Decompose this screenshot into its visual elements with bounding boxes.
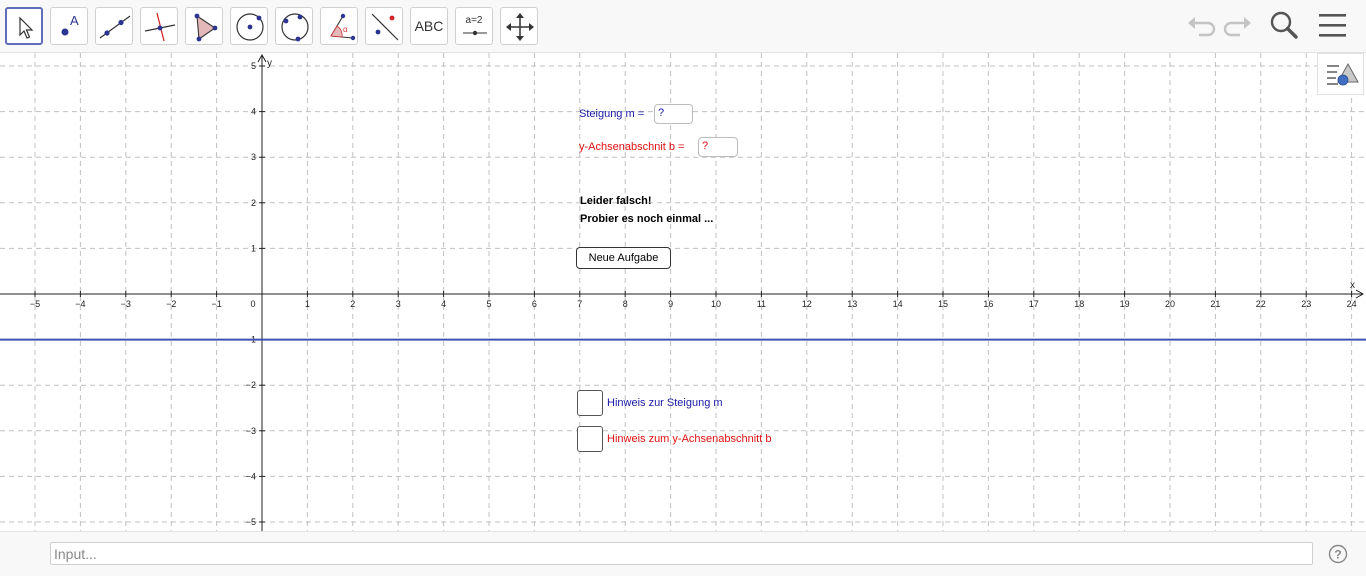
x-tick-label: 8 [623,299,628,309]
style-bar-icon [1327,62,1359,86]
hint-intercept-label: Hinweis zum y-Achsenabschnitt b [607,433,772,445]
y-tick-label: −3 [246,426,256,436]
undo-icon [1188,17,1216,37]
menu-icon [1319,14,1346,37]
reflect-tool-button[interactable] [365,7,403,45]
slider-icon: a=2 [465,15,483,26]
help-icon[interactable]: ? [1328,544,1348,564]
move-cursor-icon [19,16,34,39]
angle-icon: α [330,13,356,41]
y-tick-label: −5 [246,517,256,527]
polygon-icon [194,13,218,42]
slope-input[interactable]: ? [654,104,693,124]
feedback-line-1: Leider falsch! [580,195,652,207]
circle-three-points-icon [281,13,309,42]
polygon-tool-button[interactable] [185,7,223,45]
new-task-button[interactable]: Neue Aufgabe [576,247,671,269]
y-tick-label: 4 [251,107,256,117]
x-tick-label: −3 [121,299,131,309]
circle-center-icon [236,13,264,41]
redo-icon [1223,17,1251,37]
x-tick-label: 10 [711,299,721,309]
intercept-label: y-Achsenabschnit b = [579,141,685,153]
slope-value: ? [658,107,665,119]
x-tick-label: 6 [532,299,537,309]
toolbar: A α ABC a=2 [0,0,1366,53]
slope-label: Steigung m = [579,108,645,120]
x-tick-label: 19 [1120,299,1130,309]
perpendicular-line-icon [144,12,176,42]
x-tick-label: −2 [166,299,176,309]
point-tool-button[interactable]: A [50,7,88,45]
line-tool-button[interactable] [95,7,133,45]
x-tick-label: −5 [30,299,40,309]
svg-text:?: ? [1334,548,1341,562]
intercept-input[interactable]: ? [698,137,738,157]
graphics-view[interactable]: −5 −4 −3 −2 −1 0 1 2 3 4 5 6 7 8 9 10 11 12 13 14 15 16 17 18 19… [0,53,1366,531]
y-tick-label: 1 [251,243,256,253]
redo-button[interactable] [1221,10,1255,42]
menu-button[interactable] [1316,10,1350,42]
y-tick-label: −4 [246,471,256,481]
x-tick-label: 20 [1165,299,1175,309]
algebra-input[interactable] [50,542,1313,565]
y-tick-label: 5 [251,61,256,71]
svg-text:A: A [70,13,79,28]
x-tick-label: 23 [1301,299,1311,309]
feedback-line-2: Probier es noch einmal ... [580,213,714,225]
style-bar-toggle[interactable] [1317,53,1364,95]
coordinate-plot[interactable]: −5 −4 −3 −2 −1 0 1 2 3 4 5 6 7 8 9 10 11 12 13 14 15 16 17 18 19… [0,53,1366,531]
input-bar: ? [0,531,1366,576]
x-tick-label: 5 [486,299,491,309]
svg-text:α: α [343,25,348,34]
search-icon [1270,11,1298,39]
x-tick-label: 13 [847,299,857,309]
circle-three-points-tool-button[interactable] [275,7,313,45]
point-icon: A [61,13,79,36]
x-tick-label: 15 [938,299,948,309]
x-tick-label: 7 [577,299,582,309]
y-tick-label: 3 [251,152,256,162]
x-tick-label: 11 [757,299,766,309]
x-tick-label: 24 [1347,299,1357,309]
reflect-icon [371,13,399,41]
x-tick-label: 21 [1210,299,1220,309]
x-tick-label: 14 [893,299,903,309]
x-tick-label: 2 [350,299,355,309]
x-tick-label: 9 [668,299,673,309]
x-tick-label: 1 [305,299,310,309]
search-button[interactable] [1268,10,1302,42]
x-tick-label: 12 [802,299,812,309]
x-tick-label: −1 [211,299,221,309]
text-icon: ABC [414,18,444,34]
move-tool-button[interactable] [5,7,43,45]
x-tick-label: −4 [75,299,85,309]
text-tool-button[interactable]: ABC [410,7,448,45]
circle-tool-button[interactable] [230,7,268,45]
x-axis-label: x [1350,280,1355,291]
move-graphics-view-icon [506,13,534,41]
move-graphics-view-tool-button[interactable] [500,7,538,45]
intercept-value: ? [702,140,709,152]
line-icon [99,15,131,39]
x-tick-label: 0 [250,299,255,309]
x-tick-label: 16 [983,299,993,309]
y-tick-label: −2 [246,380,256,390]
x-tick-label: 3 [396,299,401,309]
perpendicular-line-tool-button[interactable] [140,7,178,45]
x-tick-label: 22 [1256,299,1266,309]
slider-tool-button[interactable]: a=2 [455,7,493,45]
hint-slope-label: Hinweis zur Steigung m [607,397,723,409]
x-tick-label: 17 [1029,299,1039,309]
hint-intercept-checkbox[interactable] [577,426,603,452]
undo-button[interactable] [1184,10,1218,42]
angle-tool-button[interactable]: α [320,7,358,45]
y-axis-label: y [267,58,272,69]
x-tick-label: 18 [1074,299,1084,309]
x-tick-label: 4 [441,299,446,309]
hint-slope-checkbox[interactable] [577,390,603,416]
y-tick-label: 2 [251,198,256,208]
